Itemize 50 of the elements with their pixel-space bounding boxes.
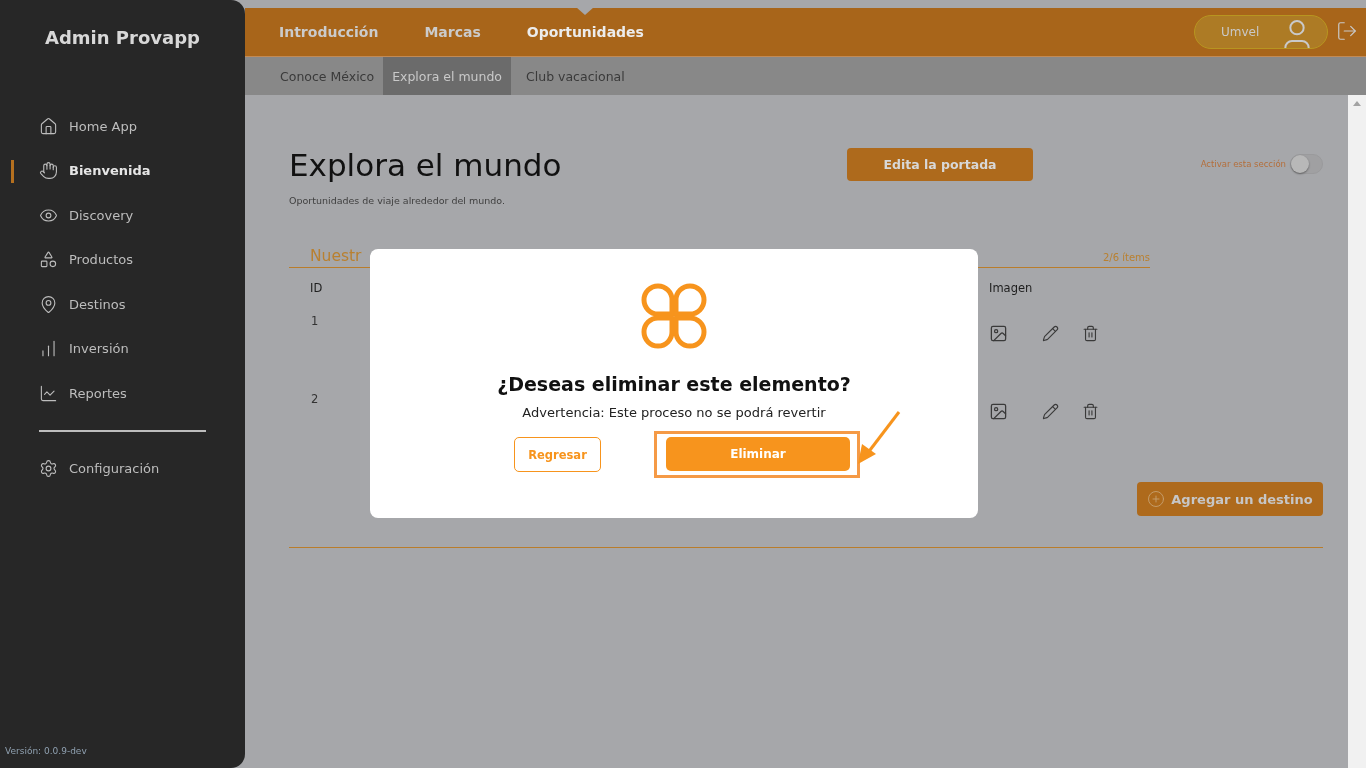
plus-icon (1147, 490, 1166, 508)
page-title: Explora el mundo (289, 147, 563, 183)
image-icon[interactable] (989, 402, 1008, 421)
sub-tab[interactable]: Explora el mundo (383, 57, 511, 95)
nav-tab[interactable]: Introducción (279, 7, 379, 57)
page-subtitle: Oportunidades de viaje alrededor del mundo. (289, 195, 506, 206)
settings-icon (39, 459, 58, 479)
app-title: Admin Provapp (44, 27, 201, 50)
menu-item-icon (39, 250, 58, 270)
sidebar-item[interactable]: Discovery (0, 193, 245, 238)
toggle-label: Activar esta sección (1200, 159, 1286, 169)
dialog-message: Advertencia: Este proceso no se podrá revertir (522, 405, 826, 420)
column-header: ID (310, 281, 324, 297)
add-destination-button[interactable]: Agregar un destino (1137, 482, 1323, 516)
menu-item-icon (39, 339, 58, 359)
section-title: Nuestr (310, 247, 362, 265)
table-cell-text: 2 (311, 392, 320, 406)
sub-tab[interactable]: Conoce México (271, 57, 384, 95)
logo-icon (641, 283, 707, 349)
nav-tab[interactable]: Marcas (424, 7, 481, 57)
delete-icon[interactable] (1082, 325, 1099, 342)
logout-icon[interactable] (1336, 20, 1358, 42)
table-cell-text: 1 (311, 314, 320, 328)
delete-button[interactable]: Eliminar (666, 437, 850, 471)
edit-icon[interactable] (1042, 403, 1059, 420)
sidebar-item[interactable]: Productos (0, 237, 245, 282)
user-badge[interactable]: Umvel (1194, 15, 1328, 49)
sidebar-item[interactable]: Home App (0, 104, 245, 149)
sidebar-item[interactable]: Destinos (0, 282, 245, 327)
section-toggle[interactable] (1290, 154, 1323, 174)
edit-icon[interactable] (1042, 325, 1059, 342)
image-icon[interactable] (989, 324, 1008, 343)
sub-tab[interactable]: Club vacacional (517, 57, 634, 95)
menu-item-icon (39, 116, 58, 136)
sidebar-item[interactable]: Inversión (0, 326, 245, 371)
column-header: Imagen (989, 281, 1034, 297)
delete-icon[interactable] (1082, 403, 1099, 420)
back-button[interactable]: Regresar (514, 437, 601, 472)
edit-cover-button[interactable]: Edita la portada (847, 148, 1033, 181)
menu-item-icon (39, 383, 58, 403)
dialog-title: ¿Deseas eliminar este elemento? (497, 373, 851, 395)
menu-item-icon (39, 161, 58, 181)
menu-item-icon (39, 294, 58, 314)
item-count: 2/6 ítems (1102, 252, 1150, 263)
version-label: Versión: 0.0.9-dev (5, 746, 88, 756)
nav-tab[interactable]: Oportunidades (526, 7, 644, 57)
sidebar-item[interactable]: Reportes (0, 371, 245, 416)
pointer-arrow (858, 411, 901, 464)
sidebar-item[interactable]: Configuración (0, 446, 245, 491)
sidebar-item[interactable]: Bienvenida (0, 148, 245, 193)
